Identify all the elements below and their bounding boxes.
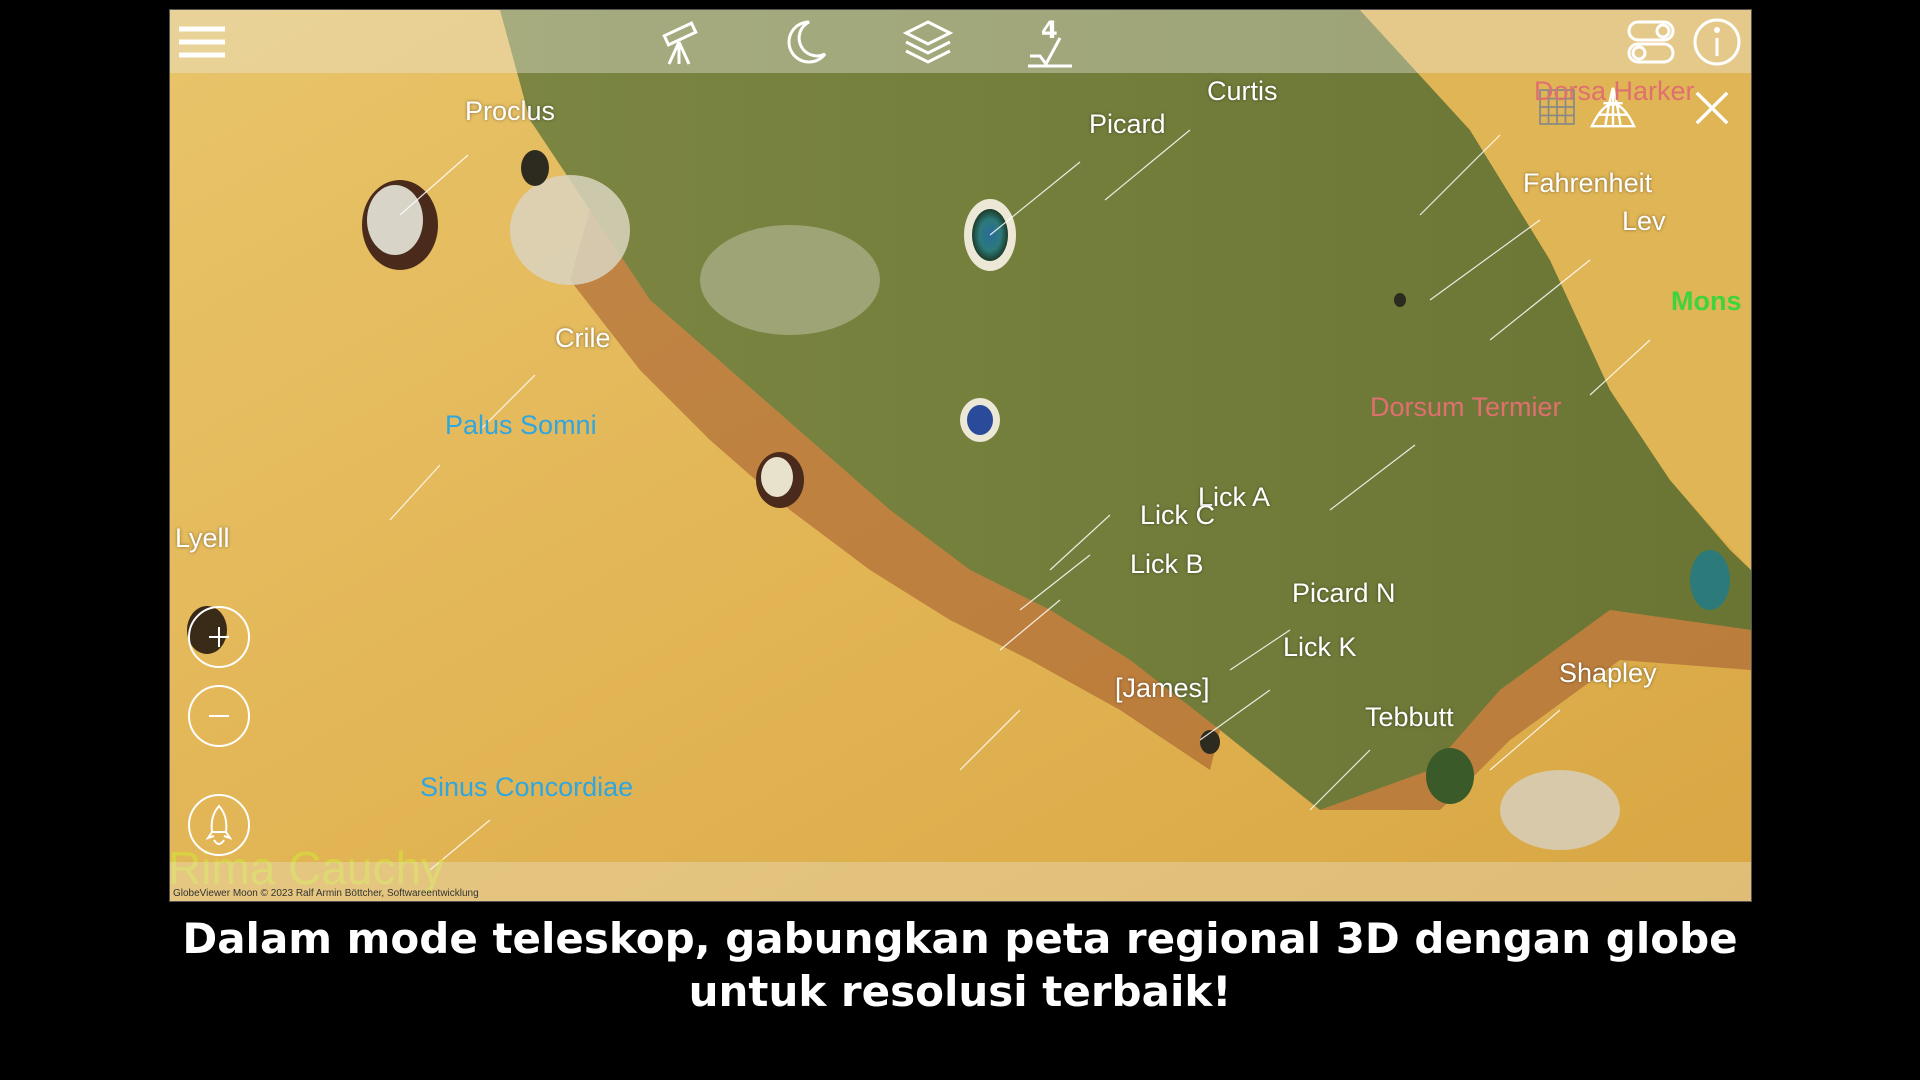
close-icon [1695, 91, 1729, 125]
label-lick-c[interactable]: Lick C [1140, 502, 1215, 529]
label-lyell[interactable]: Lyell [175, 525, 230, 552]
crescent-moon-icon [787, 20, 827, 64]
label-fahrenheit[interactable]: Fahrenheit [1523, 170, 1652, 197]
info-icon [1693, 18, 1741, 66]
copyright-credit: GlobeViewer Moon © 2023 Ralf Armin Böttc… [173, 888, 479, 899]
zoom-out-icon [209, 715, 229, 717]
moon-map-viewport[interactable]: 4 Proclus Curtis Picard Dorsa Harker Fah… [169, 9, 1752, 902]
label-picard[interactable]: Picard [1089, 111, 1166, 138]
top-toolbar [170, 10, 1751, 73]
close-overlay-button[interactable] [1690, 86, 1734, 130]
label-sinus-concordiae[interactable]: Sinus Concordiae [420, 774, 633, 801]
label-palus-somni[interactable]: Palus Somni [445, 412, 597, 439]
rocket-launch-button[interactable] [188, 794, 250, 856]
menu-button[interactable] [175, 16, 229, 68]
zoom-in-icon [209, 627, 229, 647]
moon-phase-button[interactable] [778, 16, 832, 68]
label-shapley[interactable]: Shapley [1559, 660, 1657, 687]
label-curtis[interactable]: Curtis [1207, 78, 1278, 105]
label-proclus[interactable]: Proclus [465, 98, 555, 125]
info-button[interactable] [1690, 16, 1744, 68]
layers-icon [902, 20, 954, 64]
label-dorsa-harker[interactable]: Dorsa Harker [1534, 78, 1695, 105]
label-mons[interactable]: Mons [1671, 288, 1742, 315]
label-james[interactable]: [James] [1115, 675, 1210, 702]
caption-line-1: Dalam mode teleskop, gabungkan peta regi… [182, 914, 1738, 963]
label-crile[interactable]: Crile [555, 325, 611, 352]
label-lick-b[interactable]: Lick B [1130, 551, 1204, 578]
label-picard-n[interactable]: Picard N [1292, 580, 1396, 607]
hamburger-menu-icon [179, 26, 225, 58]
caption-line-2: untuk resolusi terbaik! [688, 967, 1232, 1016]
toggle-settings-icon [1627, 20, 1675, 64]
label-tebbutt[interactable]: Tebbutt [1365, 704, 1454, 731]
lunar-terrain-map[interactable] [170, 10, 1751, 901]
zoom-out-button[interactable] [188, 685, 250, 747]
detail-level-button[interactable]: 4 [1023, 16, 1077, 68]
layers-button[interactable] [901, 16, 955, 68]
promo-caption: Dalam mode teleskop, gabungkan peta regi… [0, 912, 1920, 1018]
settings-toggle-button[interactable] [1624, 16, 1678, 68]
zoom-in-button[interactable] [188, 606, 250, 668]
rocket-launch-icon [205, 804, 233, 845]
telescope-mode-button[interactable] [654, 16, 708, 68]
label-lick-k[interactable]: Lick K [1283, 634, 1357, 661]
telescope-icon [662, 21, 698, 65]
label-lev[interactable]: Lev [1622, 208, 1666, 235]
detail-level-value: 4 [1041, 16, 1058, 44]
label-dorsum-termier[interactable]: Dorsum Termier [1370, 394, 1562, 421]
